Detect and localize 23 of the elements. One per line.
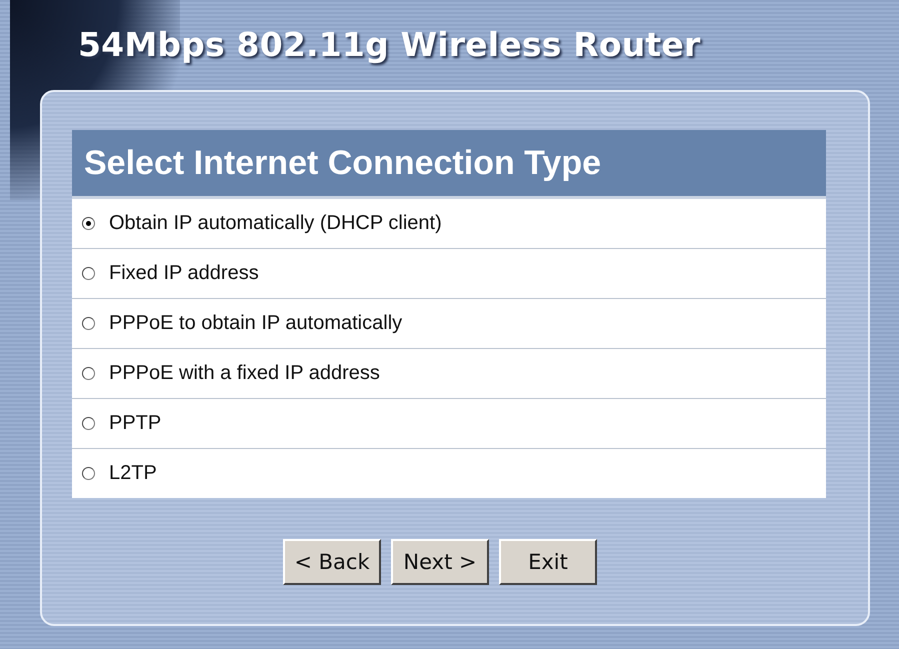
option-row[interactable]: PPTP: [72, 398, 826, 448]
wizard-button[interactable]: Next >: [391, 539, 489, 585]
option-label: PPPoE to obtain IP automatically: [109, 312, 402, 335]
option-row[interactable]: PPPoE with a fixed IP address: [72, 348, 826, 398]
radio-button[interactable]: [82, 317, 95, 330]
option-label: L2TP: [109, 462, 157, 485]
radio-button[interactable]: [82, 367, 95, 380]
option-row[interactable]: PPPoE to obtain IP automatically: [72, 298, 826, 348]
radio-button[interactable]: [82, 417, 95, 430]
wizard-button[interactable]: < Back: [283, 539, 381, 585]
option-row[interactable]: Obtain IP automatically (DHCP client): [72, 199, 826, 248]
option-label: PPTP: [109, 412, 162, 435]
wizard-button[interactable]: Exit: [499, 539, 597, 585]
router-title: 54Mbps 802.11g Wireless Router: [78, 24, 700, 64]
radio-button[interactable]: [82, 217, 95, 230]
radio-button[interactable]: [82, 467, 95, 480]
option-label: Obtain IP automatically (DHCP client): [109, 212, 442, 235]
radio-button[interactable]: [82, 267, 95, 280]
option-label: PPPoE with a fixed IP address: [109, 362, 380, 385]
section-heading: Select Internet Connection Type: [72, 130, 826, 199]
option-row[interactable]: L2TP: [72, 448, 826, 498]
option-label: Fixed IP address: [109, 262, 259, 285]
option-row[interactable]: Fixed IP address: [72, 248, 826, 298]
